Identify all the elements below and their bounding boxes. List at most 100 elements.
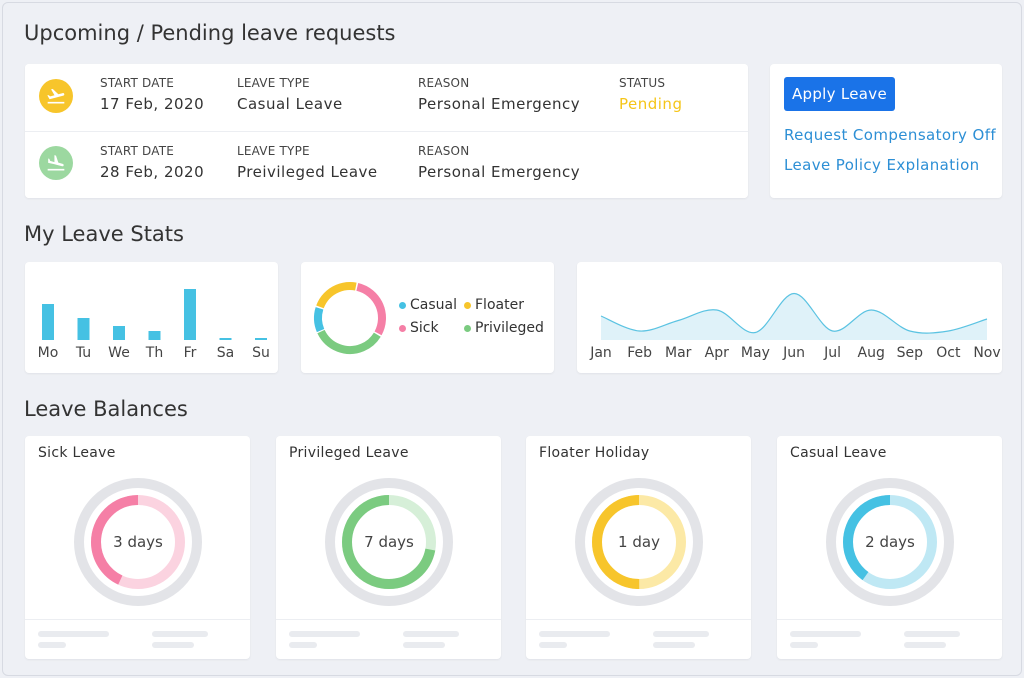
card-divider xyxy=(777,619,1002,620)
leave-type-chart-card: Casual Floater Sick Privileged xyxy=(301,262,554,373)
legend-label: Privileged xyxy=(475,320,544,336)
bar-mo xyxy=(42,304,54,340)
skeleton-placeholder xyxy=(38,642,66,648)
x-tick-label: Mo xyxy=(38,345,59,361)
airplane-landing-icon xyxy=(39,146,73,180)
leave-balance-title: Floater Holiday xyxy=(539,445,650,461)
status-badge: Pending xyxy=(619,95,683,113)
skeleton-placeholder xyxy=(289,631,360,637)
x-tick-label: Sep xyxy=(897,345,924,361)
leave-request-row[interactable]: START DATE 28 Feb, 2020 LEAVE TYPE Preiv… xyxy=(25,132,748,198)
leave-policy-explanation-link[interactable]: Leave Policy Explanation xyxy=(784,156,980,174)
bar-we xyxy=(113,326,125,340)
skeleton-placeholder xyxy=(539,642,567,648)
leave-balance-title: Sick Leave xyxy=(38,445,116,461)
monthly-leave-area-chart: Jan Feb Mar Apr May Jun Jul Aug Sep Oct Nov xyxy=(589,292,1001,361)
skeleton-placeholder xyxy=(539,631,610,637)
x-tick-label: Su xyxy=(252,345,270,361)
start-date-value: 28 Feb, 2020 xyxy=(100,163,205,181)
bar-su xyxy=(255,338,267,340)
skeleton-placeholder xyxy=(904,631,960,637)
leave-type-value: Casual Leave xyxy=(237,95,343,113)
skeleton-placeholder xyxy=(289,642,317,648)
x-tick-label: Jan xyxy=(589,345,612,361)
leave-balance-title: Privileged Leave xyxy=(289,445,409,461)
x-tick-label: Nov xyxy=(973,345,1000,361)
skeleton-placeholder xyxy=(653,642,695,648)
leave-balance-ring: 2 days xyxy=(826,478,954,606)
bar-tu xyxy=(77,318,90,340)
leave-balance-card: Privileged Leave 7 days xyxy=(276,436,501,659)
card-divider xyxy=(526,619,751,620)
start-date-label: START DATE xyxy=(100,76,175,90)
x-tick-label: Mar xyxy=(665,345,692,361)
x-tick-label: Sa xyxy=(217,345,234,361)
skeleton-placeholder xyxy=(38,631,109,637)
leave-request-row[interactable]: START DATE 17 Feb, 2020 LEAVE TYPE Casua… xyxy=(25,64,748,132)
leave-type-value: Preivileged Leave xyxy=(237,163,378,181)
legend-dot xyxy=(464,301,471,309)
requests-section-title: Upcoming / Pending leave requests xyxy=(24,21,396,45)
apply-leave-button[interactable]: Apply Leave xyxy=(784,77,895,111)
card-divider xyxy=(25,619,250,620)
legend-item-casual: Casual xyxy=(399,297,457,313)
stats-section-title: My Leave Stats xyxy=(24,222,184,246)
x-tick-label: Tu xyxy=(75,345,91,361)
skeleton-placeholder xyxy=(152,631,208,637)
skeleton-placeholder xyxy=(790,642,818,648)
x-tick-label: Feb xyxy=(627,345,652,361)
legend-label: Floater xyxy=(475,297,524,313)
reason-label: REASON xyxy=(418,144,470,158)
bar-sa xyxy=(219,338,232,340)
leave-type-label: LEAVE TYPE xyxy=(237,144,310,158)
legend-label: Casual xyxy=(410,297,457,313)
weekly-leave-chart-card: Mo Tu We Th Fr Sa Su xyxy=(25,262,278,373)
airplane-takeoff-icon xyxy=(39,79,73,113)
bar-fr xyxy=(184,289,196,340)
x-tick-label: Aug xyxy=(858,345,885,361)
leave-balance-ring: 7 days xyxy=(325,478,453,606)
legend-label: Sick xyxy=(410,320,439,336)
leave-type-label: LEAVE TYPE xyxy=(237,76,310,90)
leave-balance-value: 1 day xyxy=(618,533,660,551)
x-tick-label: Jul xyxy=(823,345,841,361)
monthly-leave-chart-card: Jan Feb Mar Apr May Jun Jul Aug Sep Oct Nov xyxy=(577,262,1002,373)
legend-dot xyxy=(399,301,406,309)
skeleton-placeholder xyxy=(403,642,445,648)
x-tick-label: Jun xyxy=(782,345,805,361)
weekly-leave-bar-chart: Mo Tu We Th Fr Sa Su xyxy=(38,289,270,361)
balances-section-title: Leave Balances xyxy=(24,397,188,421)
reason-value: Personal Emergency xyxy=(418,95,581,113)
leave-balance-card: Sick Leave 3 days xyxy=(25,436,250,659)
reason-value: Personal Emergency xyxy=(418,163,581,181)
leave-balance-value: 7 days xyxy=(364,533,414,551)
leave-balance-ring: 3 days xyxy=(74,478,202,606)
x-tick-label: Apr xyxy=(705,345,729,361)
leave-balance-card: Casual Leave 2 days xyxy=(777,436,1002,659)
start-date-value: 17 Feb, 2020 xyxy=(100,95,205,113)
skeleton-placeholder xyxy=(790,631,861,637)
x-tick-label: Oct xyxy=(936,345,961,361)
status-label: STATUS xyxy=(619,76,666,90)
leave-balance-ring: 1 day xyxy=(575,478,703,606)
x-tick-label: Fr xyxy=(184,345,197,361)
skeleton-placeholder xyxy=(653,631,709,637)
leave-balance-card: Floater Holiday 1 day xyxy=(526,436,751,659)
request-compensatory-off-link[interactable]: Request Compensatory Off xyxy=(784,126,996,144)
x-tick-label: Th xyxy=(145,345,163,361)
bar-th xyxy=(148,331,161,340)
skeleton-placeholder xyxy=(152,642,194,648)
x-tick-label: We xyxy=(108,345,130,361)
skeleton-placeholder xyxy=(904,642,946,648)
reason-label: REASON xyxy=(418,76,470,90)
leave-balance-value: 3 days xyxy=(113,533,163,551)
leave-balance-title: Casual Leave xyxy=(790,445,887,461)
legend-item-sick: Sick xyxy=(399,320,439,336)
actions-card: Apply Leave Request Compensatory Off Lea… xyxy=(770,64,1002,198)
legend-dot xyxy=(399,324,406,332)
start-date-label: START DATE xyxy=(100,144,175,158)
skeleton-placeholder xyxy=(403,631,459,637)
requests-card: START DATE 17 Feb, 2020 LEAVE TYPE Casua… xyxy=(25,64,748,198)
leave-type-donut-chart xyxy=(314,282,386,354)
leave-balance-value: 2 days xyxy=(865,533,915,551)
